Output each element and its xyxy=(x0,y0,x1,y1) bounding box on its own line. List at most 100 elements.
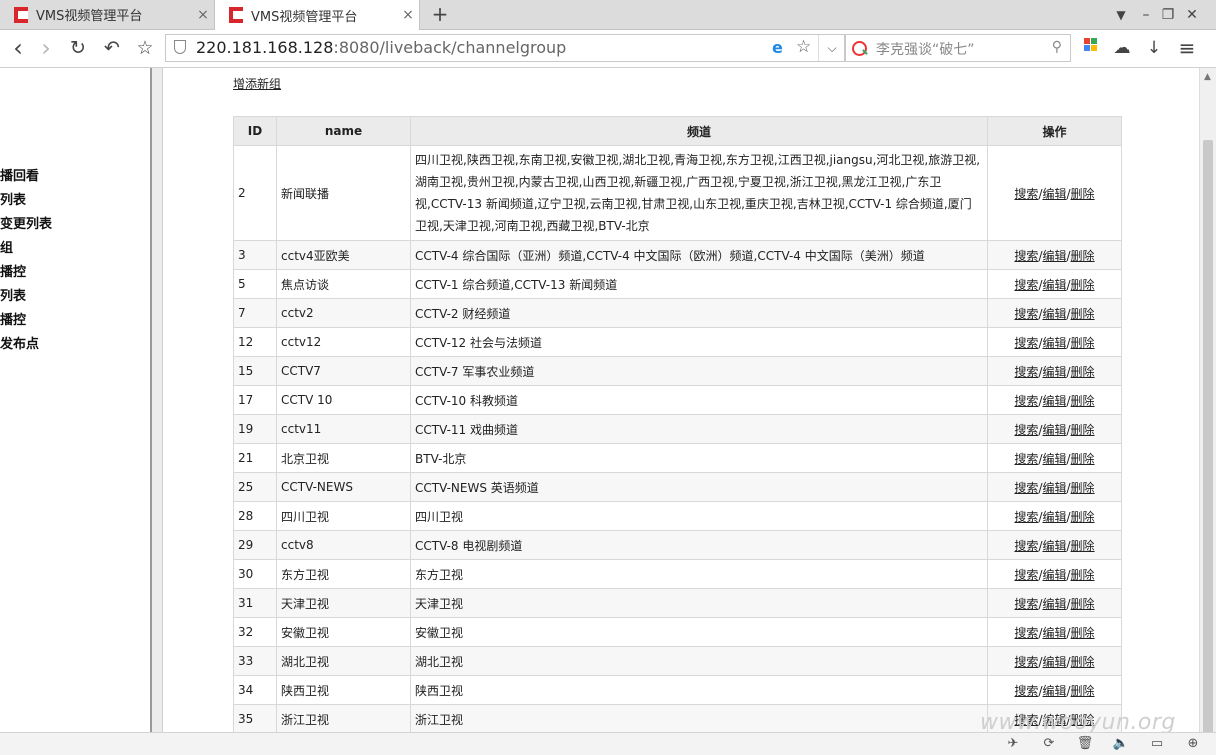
scroll-thumb[interactable] xyxy=(1203,140,1213,750)
minimize-icon[interactable]: – xyxy=(1135,4,1157,26)
chevron-down-icon[interactable]: ⌵ xyxy=(818,35,845,61)
bookmark-icon[interactable]: ☆ xyxy=(133,36,157,60)
edit-link[interactable]: 编辑 xyxy=(1042,187,1066,201)
search-link[interactable]: 搜索 xyxy=(1014,423,1038,437)
delete-link[interactable]: 删除 xyxy=(1071,568,1095,582)
edit-link[interactable]: 编辑 xyxy=(1042,336,1066,350)
refresh-icon[interactable]: ⟳ xyxy=(1040,736,1058,752)
tab-vms-1[interactable]: VMS视频管理平台 × xyxy=(0,0,214,29)
search-link[interactable]: 搜索 xyxy=(1014,394,1038,408)
sidebar-item-control[interactable]: 播控 xyxy=(0,261,26,280)
tab-vms-2[interactable]: VMS视频管理平台 × xyxy=(214,0,420,30)
close-tab-icon[interactable]: × xyxy=(192,7,214,23)
search-link[interactable]: 搜索 xyxy=(1014,626,1038,640)
cell-ops: 搜索/编辑/删除 xyxy=(987,385,1122,415)
edit-link[interactable]: 编辑 xyxy=(1042,452,1066,466)
skin-icon[interactable]: ▼ xyxy=(1110,4,1132,26)
search-link[interactable]: 搜索 xyxy=(1014,336,1038,350)
edit-link[interactable]: 编辑 xyxy=(1042,481,1066,495)
search-link[interactable]: 搜索 xyxy=(1014,365,1038,379)
edit-link[interactable]: 编辑 xyxy=(1042,510,1066,524)
star-icon[interactable]: ☆ xyxy=(796,37,811,57)
sidebar-item-list-2[interactable]: 列表 xyxy=(0,285,26,304)
cell-id: 33 xyxy=(233,646,277,676)
address-bar[interactable]: 220.181.168.128:8080/liveback/channelgro… xyxy=(165,34,845,62)
delete-link[interactable]: 删除 xyxy=(1071,626,1095,640)
vertical-scrollbar[interactable]: ▲ xyxy=(1199,68,1216,750)
search-link[interactable]: 搜索 xyxy=(1014,307,1038,321)
edit-link[interactable]: 编辑 xyxy=(1042,307,1066,321)
new-tab-icon[interactable]: + xyxy=(430,2,450,26)
reload-icon[interactable]: ↻ xyxy=(66,36,90,60)
undo-icon[interactable]: ↶ xyxy=(100,36,124,60)
search-link[interactable]: 搜索 xyxy=(1014,539,1038,553)
search-link[interactable]: 搜索 xyxy=(1014,684,1038,698)
sidebar-item-broadcast-control[interactable]: 播控 xyxy=(0,309,26,328)
delete-link[interactable]: 删除 xyxy=(1071,539,1095,553)
sidebar-item-playback[interactable]: 播回看 xyxy=(0,165,39,184)
ie-mode-icon[interactable]: e xyxy=(772,38,783,57)
edit-link[interactable]: 编辑 xyxy=(1042,249,1066,263)
restore-icon[interactable]: ❐ xyxy=(1157,4,1179,26)
search-icon[interactable]: ⚲ xyxy=(1052,39,1062,55)
close-window-icon[interactable]: ✕ xyxy=(1181,4,1203,26)
speaker-icon[interactable]: 🔈 xyxy=(1112,736,1130,752)
forward-icon[interactable]: › xyxy=(34,36,58,60)
search-input[interactable]: 李克强谈“破七” ⚲ xyxy=(845,34,1071,62)
search-link[interactable]: 搜索 xyxy=(1014,481,1038,495)
delete-link[interactable]: 删除 xyxy=(1071,510,1095,524)
window-icon[interactable]: ▭ xyxy=(1148,736,1166,752)
delete-link[interactable]: 删除 xyxy=(1071,249,1095,263)
delete-link[interactable]: 删除 xyxy=(1071,307,1095,321)
edit-link[interactable]: 编辑 xyxy=(1042,394,1066,408)
delete-link[interactable]: 删除 xyxy=(1071,394,1095,408)
delete-link[interactable]: 删除 xyxy=(1071,684,1095,698)
edit-link[interactable]: 编辑 xyxy=(1042,597,1066,611)
edit-link[interactable]: 编辑 xyxy=(1042,626,1066,640)
back-icon[interactable]: ‹ xyxy=(6,36,30,60)
cloud-icon[interactable]: ☁ xyxy=(1110,36,1134,60)
search-link[interactable]: 搜索 xyxy=(1014,510,1038,524)
sidebar-item-list[interactable]: 列表 xyxy=(0,189,26,208)
apps-icon-cell xyxy=(1091,45,1097,51)
delete-link[interactable]: 删除 xyxy=(1071,597,1095,611)
delete-link[interactable]: 删除 xyxy=(1071,423,1095,437)
delete-link[interactable]: 删除 xyxy=(1071,278,1095,292)
cell-name: 浙江卫视 xyxy=(276,704,411,732)
sidebar-item-publish-point[interactable]: 发布点 xyxy=(0,333,39,352)
frame-divider[interactable] xyxy=(150,68,163,732)
pin-icon[interactable]: ✈ xyxy=(1004,736,1022,752)
edit-link[interactable]: 编辑 xyxy=(1042,278,1066,292)
zoom-icon[interactable]: ⊕ xyxy=(1184,736,1202,752)
edit-link[interactable]: 编辑 xyxy=(1042,539,1066,553)
delete-link[interactable]: 删除 xyxy=(1071,336,1095,350)
delete-link[interactable]: 删除 xyxy=(1071,655,1095,669)
trash-icon[interactable]: 🗑 xyxy=(1076,736,1094,752)
search-link[interactable]: 搜索 xyxy=(1014,249,1038,263)
search-link[interactable]: 搜索 xyxy=(1014,597,1038,611)
add-group-link[interactable]: 增添新组 xyxy=(233,75,281,92)
close-tab-icon[interactable]: × xyxy=(397,7,419,23)
delete-link[interactable]: 删除 xyxy=(1071,481,1095,495)
apps-icon[interactable] xyxy=(1084,38,1098,52)
menu-icon[interactable]: ≡ xyxy=(1175,36,1199,60)
sidebar-item-change-list[interactable]: 变更列表 xyxy=(0,213,52,232)
search-link[interactable]: 搜索 xyxy=(1014,655,1038,669)
edit-link[interactable]: 编辑 xyxy=(1042,365,1066,379)
edit-link[interactable]: 编辑 xyxy=(1042,684,1066,698)
sidebar-item-group[interactable]: 组 xyxy=(0,237,13,256)
delete-link[interactable]: 删除 xyxy=(1071,452,1095,466)
url-text[interactable]: 220.181.168.128:8080/liveback/channelgro… xyxy=(196,38,566,57)
search-link[interactable]: 搜索 xyxy=(1014,452,1038,466)
edit-link[interactable]: 编辑 xyxy=(1042,655,1066,669)
edit-link[interactable]: 编辑 xyxy=(1042,423,1066,437)
search-link[interactable]: 搜索 xyxy=(1014,278,1038,292)
scroll-up-icon[interactable]: ▲ xyxy=(1204,72,1211,82)
delete-link[interactable]: 删除 xyxy=(1071,187,1095,201)
search-link[interactable]: 搜索 xyxy=(1014,568,1038,582)
search-link[interactable]: 搜索 xyxy=(1014,187,1038,201)
search-engine-icon[interactable] xyxy=(852,41,867,56)
delete-link[interactable]: 删除 xyxy=(1071,365,1095,379)
edit-link[interactable]: 编辑 xyxy=(1042,568,1066,582)
download-icon[interactable]: ↓ xyxy=(1142,36,1166,60)
